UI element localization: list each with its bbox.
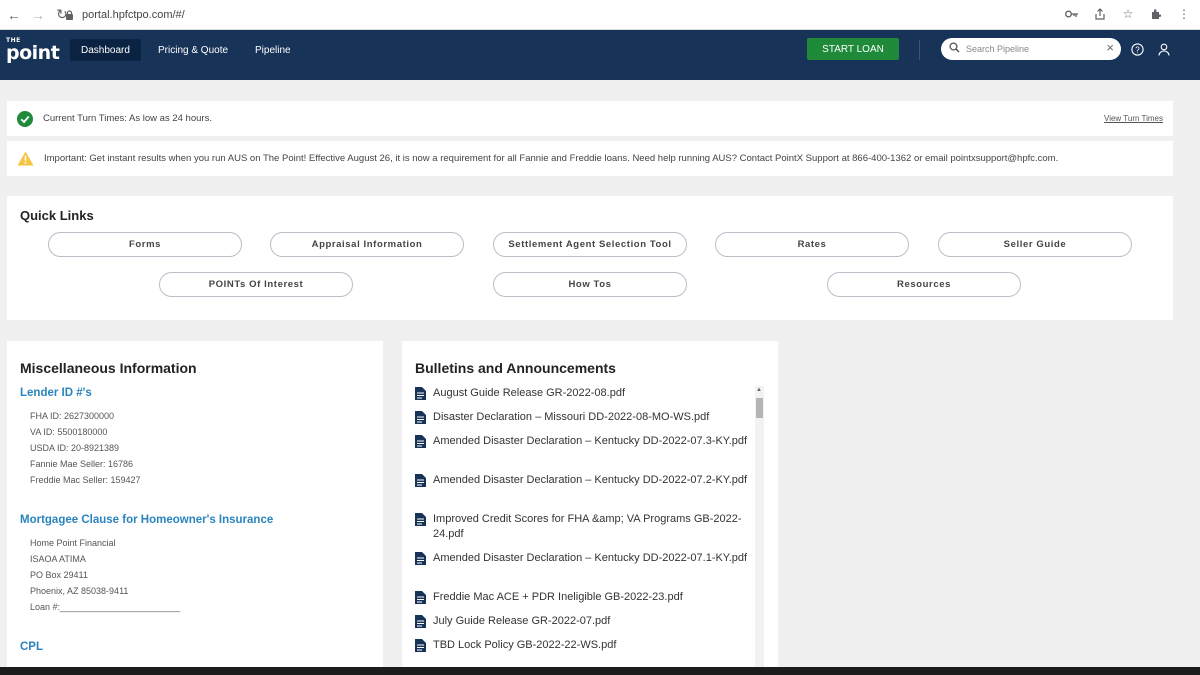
document-icon <box>415 513 426 526</box>
bulletin-item[interactable]: August Guide Release GR-2022-08.pdf <box>415 386 750 401</box>
browser-actions: ☆ ⋮ <box>1064 6 1192 22</box>
cpl-heading[interactable]: CPL <box>20 641 43 653</box>
seller-guide-link[interactable]: Seller Guide <box>938 232 1132 257</box>
bulletin-item[interactable]: Amended Disaster Declaration – Kentucky … <box>415 434 750 449</box>
menu-dots-icon[interactable]: ⋮ <box>1176 6 1192 22</box>
fannie-mae-seller-id: Fannie Mae Seller: 16786 <box>30 459 134 469</box>
tab-pipeline[interactable]: Pipeline <box>244 39 302 61</box>
bulletin-title: Amended Disaster Declaration – Kentucky … <box>433 435 748 447</box>
bulletin-title: August Guide Release GR-2022-08.pdf <box>433 387 626 399</box>
address-bar[interactable]: portal.hpfctpo.com/#/ <box>62 5 1092 25</box>
app-header: THE point Dashboard Pricing & Quote Pipe… <box>0 30 1200 80</box>
turn-times-banner: Current Turn Times: As low as 24 hours. … <box>7 101 1173 136</box>
browser-toolbar: ← → ↻ portal.hpfctpo.com/#/ ☆ ⋮ <box>0 0 1200 30</box>
document-icon <box>415 435 426 448</box>
mortgagee-clause-heading[interactable]: Mortgagee Clause for Homeowner's Insuran… <box>20 514 273 526</box>
document-icon <box>415 591 426 604</box>
bulletin-item[interactable]: Amended Disaster Declaration – Kentucky … <box>415 473 750 488</box>
bookmark-star-icon[interactable]: ☆ <box>1120 6 1136 22</box>
view-turn-times-link[interactable]: View Turn Times <box>1104 114 1163 123</box>
tab-dashboard[interactable]: Dashboard <box>70 39 141 61</box>
bulletins-title: Bulletins and Announcements <box>415 360 616 376</box>
forward-icon[interactable]: → <box>28 5 48 25</box>
bulletin-item[interactable]: Improved Credit Scores for FHA &amp; VA … <box>415 512 750 542</box>
search-pipeline-input[interactable] <box>966 44 1096 54</box>
warning-icon <box>17 151 34 166</box>
bulletin-title: Amended Disaster Declaration – Kentucky … <box>433 474 748 486</box>
bulletin-item[interactable]: Disaster Declaration – Missouri DD-2022-… <box>415 410 750 425</box>
share-icon[interactable] <box>1092 6 1108 22</box>
usda-id: USDA ID: 20-8921389 <box>30 443 120 453</box>
document-icon <box>415 615 426 628</box>
the-point-logo[interactable]: THE point <box>6 38 60 63</box>
key-icon[interactable] <box>1064 6 1080 22</box>
quick-links-panel: Quick Links Forms Appraisal Information … <box>7 196 1173 320</box>
bulletin-item[interactable]: Freddie Mac ACE + PDR Ineligible GB-2022… <box>415 590 750 605</box>
forms-link[interactable]: Forms <box>48 232 242 257</box>
document-icon <box>415 411 426 424</box>
os-taskbar <box>0 667 1200 675</box>
important-notice-banner: Important: Get instant results when you … <box>7 141 1173 176</box>
misc-info-title: Miscellaneous Information <box>20 360 197 376</box>
settlement-agent-selection-tool-link[interactable]: Settlement Agent Selection Tool <box>493 232 687 257</box>
search-icon <box>949 40 960 58</box>
va-id: VA ID: 5500180000 <box>30 427 108 437</box>
back-icon[interactable]: ← <box>4 5 24 25</box>
mortgagee-line: ISAOA ATIMA <box>30 554 86 564</box>
document-icon <box>415 552 426 565</box>
misc-info-card: Miscellaneous Information Lender ID #'s … <box>7 341 383 667</box>
freddie-mac-seller-id: Freddie Mac Seller: 159427 <box>30 475 141 485</box>
mortgagee-line: PO Box 29411 <box>30 570 88 580</box>
lock-icon <box>62 8 76 22</box>
scroll-thumb[interactable] <box>756 398 763 418</box>
bulletin-title: TBD Lock Policy GB-2022-22-WS.pdf <box>433 639 617 651</box>
svg-text:?: ? <box>1135 45 1140 54</box>
appraisal-information-link[interactable]: Appraisal Information <box>270 232 464 257</box>
scroll-up-arrow-icon[interactable]: ▲ <box>756 387 762 393</box>
bulletin-title: Freddie Mac ACE + PDR Ineligible GB-2022… <box>433 591 683 603</box>
tab-pricing-quote[interactable]: Pricing & Quote <box>147 39 239 61</box>
lender-id-heading[interactable]: Lender ID #'s <box>20 387 92 399</box>
document-icon <box>415 387 426 400</box>
help-icon[interactable]: ? <box>1130 42 1144 56</box>
important-notice-text: Important: Get instant results when you … <box>44 153 1059 164</box>
bulletin-item[interactable]: July Guide Release GR-2022-07.pdf <box>415 614 750 629</box>
rates-link[interactable]: Rates <box>715 232 909 257</box>
start-loan-button[interactable]: START LOAN <box>807 38 899 60</box>
extensions-icon[interactable] <box>1148 6 1164 22</box>
resources-link[interactable]: Resources <box>827 272 1021 297</box>
bulletin-title: Disaster Declaration – Missouri DD-2022-… <box>433 411 710 423</box>
bulletins-scrollbar[interactable]: ▲ <box>755 386 764 667</box>
bulletin-title: Improved Credit Scores for FHA &amp; VA … <box>433 513 742 540</box>
bulletins-card: Bulletins and Announcements August Guide… <box>402 341 778 667</box>
quick-links-title: Quick Links <box>20 208 94 223</box>
points-of-interest-link[interactable]: POINTs Of Interest <box>159 272 353 297</box>
header-divider <box>919 40 920 60</box>
mortgagee-line: Home Point Financial <box>30 538 116 548</box>
bulletin-item[interactable]: Amended Disaster Declaration – Kentucky … <box>415 551 750 566</box>
bulletin-item[interactable]: TBD Lock Policy GB-2022-22-WS.pdf <box>415 638 750 653</box>
bulletin-title: July Guide Release GR-2022-07.pdf <box>433 615 611 627</box>
bulletin-title: Amended Disaster Declaration – Kentucky … <box>433 552 748 564</box>
mortgagee-line: Phoenix, AZ 85038-9411 <box>30 586 129 596</box>
document-icon <box>415 639 426 652</box>
fha-id: FHA ID: 2627300000 <box>30 411 115 421</box>
check-circle-icon <box>17 110 33 127</box>
turn-times-text: Current Turn Times: As low as 24 hours. <box>43 113 212 124</box>
url-text: portal.hpfctpo.com/#/ <box>82 9 185 21</box>
search-pipeline-box[interactable]: × <box>941 38 1121 60</box>
loan-number-line: Loan #:________________________ <box>30 602 181 612</box>
document-icon <box>415 474 426 487</box>
clear-search-icon[interactable]: × <box>1106 41 1114 55</box>
how-tos-link[interactable]: How Tos <box>493 272 687 297</box>
user-profile-icon[interactable] <box>1157 42 1171 56</box>
